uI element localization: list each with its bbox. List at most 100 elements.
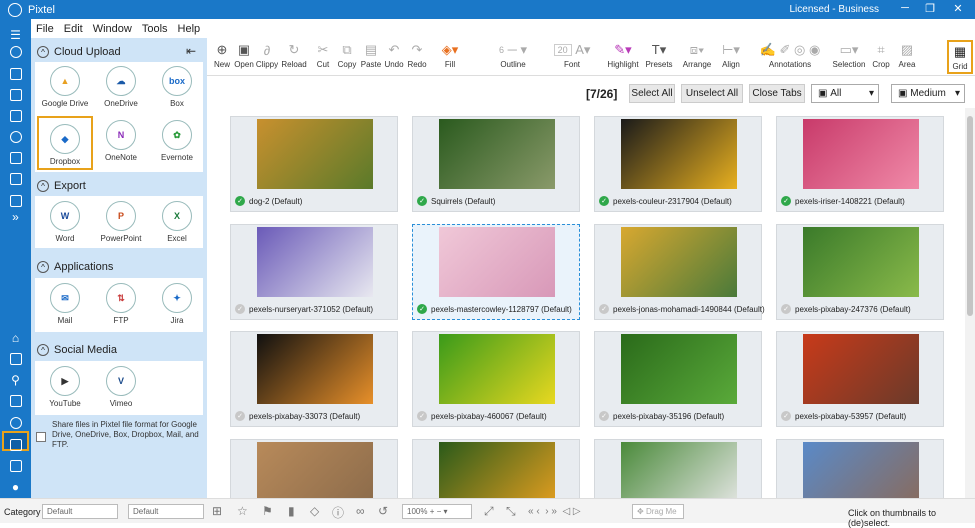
thumbnail-image[interactable]: [257, 334, 373, 404]
thumbnail-card[interactable]: ✓ pexels-pixabay-460067 (Default): [412, 331, 580, 427]
fullscreen-icon[interactable]: ⤡: [506, 504, 516, 519]
select-all-button[interactable]: Select All: [629, 84, 675, 103]
share-checkbox[interactable]: [36, 432, 46, 442]
navigation-icons[interactable]: « ‹ › » ◁ ▷: [528, 506, 581, 517]
arrange-button[interactable]: ⧈▾ Arrange: [679, 40, 715, 69]
tile-onedrive[interactable]: ☁ OneDrive: [93, 66, 149, 108]
check-icon[interactable]: ✓: [235, 411, 245, 421]
thumbnail-image[interactable]: [621, 119, 737, 189]
thumbnail-card[interactable]: ✓ pexels-couleur-2317904 (Default): [594, 116, 762, 212]
check-icon[interactable]: ✓: [781, 411, 791, 421]
paste-button[interactable]: ▤ Paste: [359, 40, 383, 69]
thumbnail-card[interactable]: ✓ pexels-pixabay-53957 (Default): [776, 331, 944, 427]
thumbnail-card[interactable]: ✓ pexels-mastercowley-1128797 (Default): [412, 224, 580, 320]
tag-icon[interactable]: ◇: [310, 504, 319, 518]
thumbnail-card[interactable]: ✓ dog-2 (Default): [230, 116, 398, 212]
thumbnail-image[interactable]: [257, 119, 373, 189]
applications-header[interactable]: ^ Applications: [31, 256, 207, 278]
tile-google-drive[interactable]: ▲ Google Drive: [37, 66, 93, 108]
tile-dropbox[interactable]: ◆ Dropbox: [37, 116, 93, 170]
hamburger-menu-icon[interactable]: ☰: [8, 27, 23, 42]
bookmark-icon[interactable]: ▮: [288, 504, 295, 518]
thumbnail-image[interactable]: [257, 227, 373, 297]
close-icon[interactable]: ✕: [948, 2, 968, 15]
thumbnail-image[interactable]: [439, 442, 555, 498]
collapse-panel-icon[interactable]: ⇤: [186, 44, 196, 58]
copy-button[interactable]: ⧉ Copy: [335, 40, 359, 69]
thumbnail-card[interactable]: ✓ pexels-pixabay-35196 (Default): [594, 331, 762, 427]
properties-icon[interactable]: ⊞: [212, 504, 222, 518]
thumbnail-image[interactable]: [257, 442, 373, 498]
thumbnail-image[interactable]: [621, 334, 737, 404]
clippy-button[interactable]: ∂ Clippy: [255, 40, 279, 70]
menu-file[interactable]: File: [31, 23, 59, 35]
check-icon[interactable]: ✓: [417, 304, 427, 314]
tile-jira[interactable]: ✦ Jira: [149, 283, 205, 325]
new-button[interactable]: ⊕ New: [211, 40, 233, 69]
list-icon[interactable]: [8, 437, 23, 452]
tile-onenote[interactable]: N OneNote: [93, 120, 149, 162]
area-button[interactable]: ▨ Area: [895, 40, 919, 69]
filter-select[interactable]: ▣ All ▾: [811, 84, 879, 103]
tile-mail[interactable]: ✉ Mail: [37, 283, 93, 325]
timer-icon[interactable]: [8, 129, 23, 144]
crosshair-icon[interactable]: [8, 44, 23, 59]
category-select[interactable]: Default: [42, 504, 118, 519]
zoom-control[interactable]: 100% + − ▾: [402, 504, 472, 519]
tile-box[interactable]: box Box: [149, 66, 205, 108]
tile-excel[interactable]: X Excel: [149, 201, 205, 243]
info-icon[interactable]: ⓘ: [332, 504, 344, 521]
thumbnail-card[interactable]: [412, 439, 580, 498]
menu-tools[interactable]: Tools: [137, 23, 173, 35]
thumbnail-image[interactable]: [439, 227, 555, 297]
fit-icon[interactable]: ⤢: [484, 504, 494, 519]
thumbnail-image[interactable]: [803, 442, 919, 498]
check-icon[interactable]: ✓: [417, 196, 427, 206]
selection-button[interactable]: ▭▾ Selection: [831, 40, 867, 69]
export-header[interactable]: ^ Export: [31, 175, 207, 197]
presets-button[interactable]: T▾ Presets: [643, 40, 675, 69]
video-icon[interactable]: [8, 193, 23, 208]
unselect-all-button[interactable]: Unselect All: [681, 84, 743, 103]
document-icon[interactable]: [8, 87, 23, 102]
tile-vimeo[interactable]: V Vimeo: [93, 366, 149, 408]
window-icon[interactable]: [8, 150, 23, 165]
thumbnail-card[interactable]: ✓ pexels-iriser-1408221 (Default): [776, 116, 944, 212]
check-icon[interactable]: ✓: [599, 411, 609, 421]
highlight-button[interactable]: ✎▾ Highlight: [605, 40, 641, 69]
thumbnail-image[interactable]: [621, 227, 737, 297]
vertical-scrollbar[interactable]: [965, 108, 975, 498]
thumbnail-image[interactable]: [439, 119, 555, 189]
link-icon[interactable]: ∞: [356, 504, 365, 518]
drag-me-button[interactable]: ✥ Drag Me: [632, 504, 684, 519]
cloud-upload-header[interactable]: ^ Cloud Upload: [31, 41, 207, 63]
scrollbar-thumb[interactable]: [967, 116, 973, 316]
close-tabs-button[interactable]: Close Tabs: [749, 84, 805, 103]
thumbnail-card[interactable]: [776, 439, 944, 498]
tile-ftp[interactable]: ⇅ FTP: [93, 283, 149, 325]
history-icon[interactable]: ↺: [378, 504, 388, 518]
grid-button[interactable]: ▦ Grid: [947, 40, 973, 74]
thumbnail-card[interactable]: ✓ pexels-pixabay-247376 (Default): [776, 224, 944, 320]
annotations-button[interactable]: ✍ ✐ ◎ ◉ Annotations: [751, 40, 829, 69]
check-icon[interactable]: ✓: [599, 304, 609, 314]
cut-button[interactable]: ✂ Cut: [313, 40, 333, 69]
menu-help[interactable]: Help: [173, 23, 206, 35]
thumbnail-image[interactable]: [439, 334, 555, 404]
crop-button[interactable]: ⌗ Crop: [871, 40, 891, 69]
thumbnail-image[interactable]: [803, 334, 919, 404]
maximize-icon[interactable]: ❐: [920, 2, 940, 15]
star-icon[interactable]: ☆: [237, 504, 248, 518]
capture-region-icon[interactable]: [8, 108, 23, 123]
thumbnail-card[interactable]: ✓ pexels-jonas-mohamadi-1490844 (Default): [594, 224, 765, 320]
flag-icon[interactable]: ⚑: [262, 504, 273, 518]
expand-icon[interactable]: »: [8, 209, 23, 224]
redo-button[interactable]: ↷ Redo: [406, 40, 428, 69]
home-icon[interactable]: ⌂: [8, 330, 23, 345]
check-icon[interactable]: ✓: [417, 411, 427, 421]
share-eye-icon[interactable]: [8, 415, 23, 430]
tile-powerpoint[interactable]: P PowerPoint: [93, 201, 149, 243]
search-icon[interactable]: ⚲: [8, 372, 23, 387]
thumbnail-card[interactable]: ✓ pexels-pixabay-33073 (Default): [230, 331, 398, 427]
check-icon[interactable]: ✓: [235, 196, 245, 206]
